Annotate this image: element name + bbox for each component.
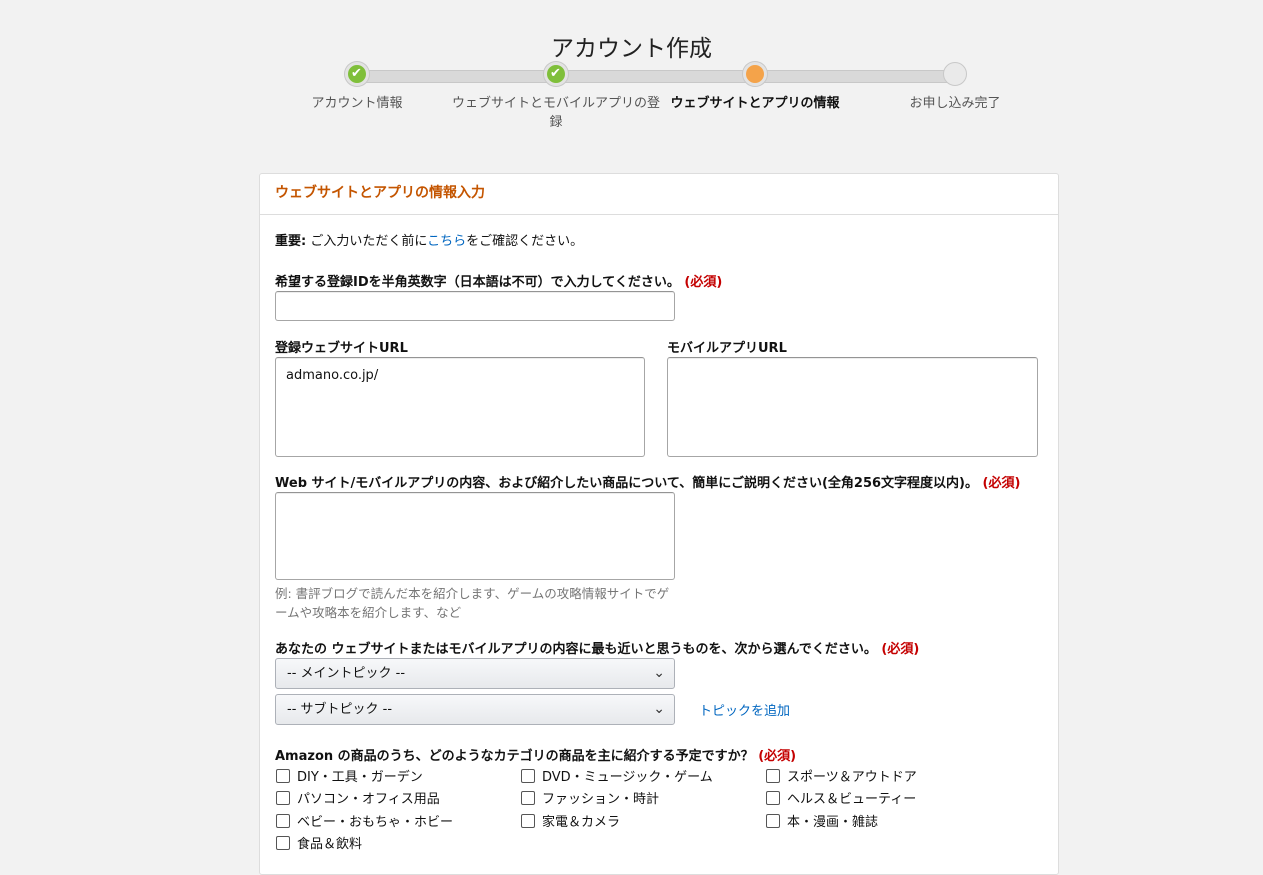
category-label: DIY・工具・ガーデン xyxy=(297,770,423,785)
add-topic-link[interactable]: トピックを追加 xyxy=(699,700,790,719)
website-url-label: 登録ウェブサイトURL xyxy=(275,341,408,356)
category-label: Amazon の商品のうち、どのようなカテゴリの商品を主に紹介する予定ですか？ … xyxy=(275,745,796,764)
check-icon: ✔ xyxy=(550,66,561,81)
required-mark: (必須) xyxy=(982,476,1021,491)
category-label-text: Amazon の商品のうち、どのようなカテゴリの商品を主に紹介する予定ですか？ xyxy=(275,749,754,764)
step-site-info: ウェブサイトとアプリの情報 xyxy=(655,62,855,113)
category-checkbox-pc[interactable]: パソコン・オフィス用品 xyxy=(276,788,440,807)
description-label-text: Web サイト/モバイルアプリの内容、および紹介したい商品について、簡単にご説明… xyxy=(275,476,978,491)
step-site-registration: ✔ ウェブサイトとモバイルアプリの登録 xyxy=(452,62,660,132)
step-label: お申し込み完了 xyxy=(909,96,1001,111)
mobile-url-textarea[interactable] xyxy=(667,357,1038,457)
required-mark: (必須) xyxy=(881,642,920,657)
category-checkbox-diy[interactable]: DIY・工具・ガーデン xyxy=(276,766,423,785)
category-label: スポーツ＆アウトドア xyxy=(787,770,917,785)
sub-topic-select[interactable]: -- サブトピック -- ⌄ xyxy=(275,694,675,725)
category-checkbox-dvd[interactable]: DVD・ミュージック・ゲーム xyxy=(521,766,713,785)
step-done-indicator: ✔ xyxy=(345,62,369,86)
important-text: ご入力いただく前に xyxy=(306,234,428,249)
topic-label-text: あなたの ウェブサイトまたはモバイルアプリの内容に最も近いと思うものを、次から選… xyxy=(275,642,877,657)
description-hint: 例: 書評ブログで読んだ本を紹介します、ゲームの攻略情報サイトでゲ ームや攻略本… xyxy=(275,584,669,622)
category-label: ファッション・時計 xyxy=(542,792,660,807)
category-label: 食品＆飲料 xyxy=(297,837,363,852)
step-label: アカウント情報 xyxy=(311,96,403,111)
checkbox[interactable] xyxy=(276,790,290,805)
checkbox[interactable] xyxy=(276,768,290,783)
checkbox[interactable] xyxy=(276,835,290,850)
category-label: ベビー・おもちゃ・ホビー xyxy=(297,815,454,830)
important-prefix: 重要: xyxy=(275,234,307,249)
store-id-label: 希望する登録IDを半角英数字（日本語は不可）で入力してください。 (必須) xyxy=(275,271,722,290)
description-hint-line2: ームや攻略本を紹介します、など xyxy=(275,605,462,620)
store-id-label-text: 希望する登録IDを半角英数字（日本語は不可）で入力してください。 xyxy=(275,275,680,290)
step-label: ウェブサイトとアプリの情報 xyxy=(670,96,840,111)
checkbox[interactable] xyxy=(766,790,780,805)
category-checkbox-food[interactable]: 食品＆飲料 xyxy=(276,833,362,852)
mobile-url-label: モバイルアプリURL xyxy=(667,341,787,356)
required-mark: (必須) xyxy=(684,275,723,290)
checkbox[interactable] xyxy=(521,813,535,828)
category-checkbox-fashion[interactable]: ファッション・時計 xyxy=(521,788,659,807)
store-id-input[interactable] xyxy=(275,291,675,321)
step-current-indicator xyxy=(743,62,767,86)
checkbox[interactable] xyxy=(766,813,780,828)
category-label: パソコン・オフィス用品 xyxy=(297,792,440,807)
category-checkbox-books[interactable]: 本・漫画・雑誌 xyxy=(766,811,878,830)
checkbox[interactable] xyxy=(521,768,535,783)
category-checkbox-sports[interactable]: スポーツ＆アウトドア xyxy=(766,766,917,785)
required-mark: (必須) xyxy=(758,749,797,764)
step-label: ウェブサイトとモバイルアプリの登録 xyxy=(451,96,660,130)
sub-topic-selected: -- サブトピック -- xyxy=(287,702,393,717)
description-label: Web サイト/モバイルアプリの内容、および紹介したい商品について、簡単にご説明… xyxy=(275,472,1020,491)
category-label: ヘルス＆ビューティー xyxy=(787,792,917,807)
website-url-value: admano.co.jp/ xyxy=(286,368,379,383)
main-topic-selected: -- メイントピック -- xyxy=(287,666,406,681)
page-title: アカウント作成 xyxy=(551,36,712,63)
category-checkbox-health[interactable]: ヘルス＆ビューティー xyxy=(766,788,916,807)
main-topic-select[interactable]: -- メイントピック -- ⌄ xyxy=(275,658,675,689)
check-icon: ✔ xyxy=(351,66,362,81)
category-label: 家電＆カメラ xyxy=(542,815,621,830)
checkbox[interactable] xyxy=(521,790,535,805)
step-todo-indicator xyxy=(943,62,967,86)
topic-label: あなたの ウェブサイトまたはモバイルアプリの内容に最も近いと思うものを、次から選… xyxy=(275,638,919,657)
website-url-textarea[interactable]: admano.co.jp/ xyxy=(275,357,645,457)
important-notice: 重要: ご入力いただく前にこちらをご確認ください。 xyxy=(275,230,583,249)
important-text-after: をご確認ください。 xyxy=(466,234,584,249)
description-textarea[interactable] xyxy=(275,492,675,580)
step-account-info: ✔ アカウント情報 xyxy=(257,62,457,113)
step-done-indicator: ✔ xyxy=(544,62,568,86)
checkbox[interactable] xyxy=(766,768,780,783)
category-label: DVD・ミュージック・ゲーム xyxy=(542,770,713,785)
checkbox[interactable] xyxy=(276,813,290,828)
description-hint-line1: 例: 書評ブログで読んだ本を紹介します、ゲームの攻略情報サイトでゲ xyxy=(275,586,670,601)
step-complete: お申し込み完了 xyxy=(855,62,1055,113)
category-checkbox-baby[interactable]: ベビー・おもちゃ・ホビー xyxy=(276,811,453,830)
chevron-down-icon: ⌄ xyxy=(653,665,665,681)
category-label: 本・漫画・雑誌 xyxy=(787,815,879,830)
important-link[interactable]: こちら xyxy=(427,234,466,249)
chevron-down-icon: ⌄ xyxy=(653,701,665,717)
site-info-card: ウェブサイトとアプリの情報入力 重要: ご入力いただく前にこちらをご確認ください… xyxy=(259,173,1059,875)
card-title: ウェブサイトとアプリの情報入力 xyxy=(260,174,1058,215)
category-checkbox-electronics[interactable]: 家電＆カメラ xyxy=(521,811,620,830)
progress-stepper: ✔ アカウント情報 ✔ ウェブサイトとモバイルアプリの登録 ウェブサイトとアプリ… xyxy=(300,62,1050,142)
